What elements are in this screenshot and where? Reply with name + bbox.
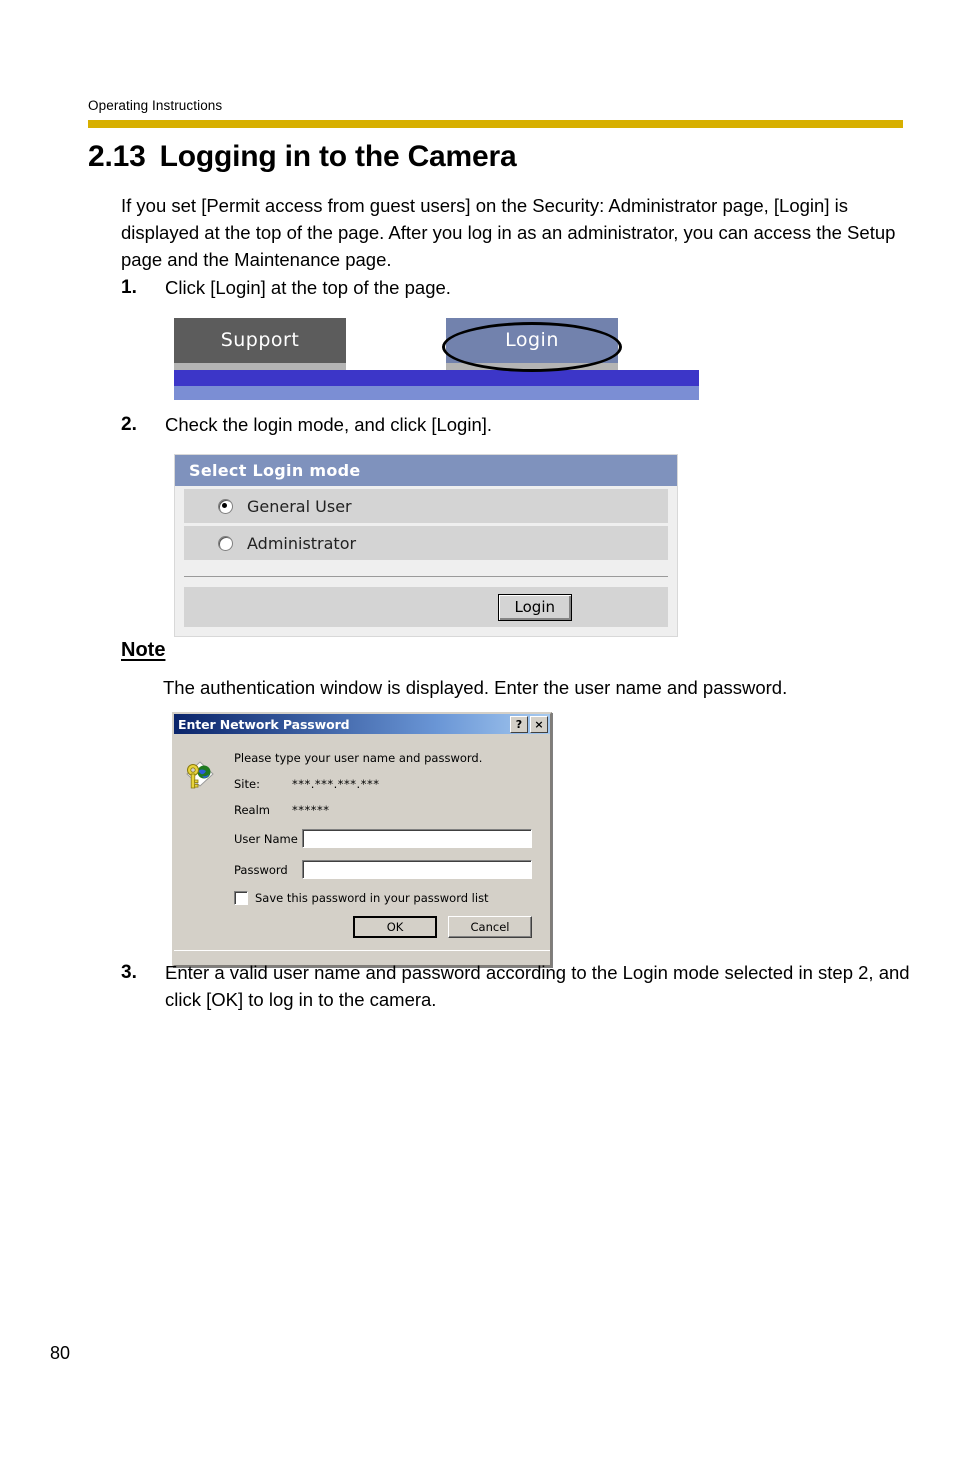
username-input[interactable] [302, 829, 532, 848]
site-label: Site: [234, 777, 260, 791]
ok-button[interactable]: OK [353, 916, 437, 938]
note-heading: Note [121, 639, 166, 661]
nav-bar-dark-stripe [174, 370, 699, 386]
figure-select-login-mode: Select Login mode General User Administr… [174, 454, 678, 637]
key-globe-icon [182, 758, 218, 794]
cancel-button[interactable]: Cancel [448, 916, 532, 938]
close-icon[interactable]: × [530, 715, 548, 733]
auth-dialog-username-row: User Name [234, 829, 540, 848]
radio-administrator-icon[interactable] [218, 535, 233, 551]
password-label: Password [234, 862, 288, 877]
step-3: 3. Enter a valid user name and password … [121, 959, 911, 1013]
login-mode-option-administrator-label: Administrator [247, 533, 357, 553]
realm-value: ****** [292, 803, 330, 817]
page-number: 80 [50, 1343, 71, 1363]
step-2-number: 2. [121, 414, 137, 435]
section-number: 2.13 [88, 140, 146, 173]
step-3-text: Enter a valid user name and password acc… [165, 962, 910, 1010]
save-password-checkbox-icon[interactable] [234, 891, 248, 905]
figure-nav-bar: Support Login [174, 318, 699, 400]
section-intro-paragraph: If you set [Permit access from guest use… [121, 195, 896, 270]
step-3-number: 3. [121, 962, 137, 983]
nav-bar-light-stripe [174, 386, 699, 400]
nav-tab-support-shadow [174, 363, 346, 370]
auth-dialog-body: Please type your user name and password.… [174, 734, 550, 950]
page-title: 2.13 Logging in to the Camera [88, 140, 517, 174]
username-label: User Name [234, 831, 298, 846]
radio-general-user-icon[interactable] [218, 498, 233, 514]
site-value: ***.***.***.*** [292, 777, 380, 791]
password-input[interactable] [302, 860, 532, 879]
section-title-text: Logging in to the Camera [159, 140, 517, 173]
auth-dialog-button-row: OK Cancel [182, 916, 540, 938]
login-mode-footer: Login [184, 587, 668, 627]
save-password-label: Save this password in your password list [255, 891, 489, 905]
auth-dialog-realm-row: Realm ****** [234, 803, 540, 817]
auth-dialog-site-row: Site: ***.***.***.*** [234, 777, 540, 791]
login-submit-button[interactable]: Login [497, 593, 572, 621]
login-mode-option-general-user[interactable]: General User [184, 489, 668, 523]
save-password-row[interactable]: Save this password in your password list [234, 891, 540, 905]
step-2: 2. Check the login mode, and click [Logi… [121, 411, 881, 438]
help-icon[interactable]: ? [510, 715, 528, 733]
login-mode-option-general-user-label: General User [247, 496, 352, 516]
step-1-text: Click [Login] at the top of the page. [165, 277, 451, 298]
figure-auth-dialog: Enter Network Password ? × Please type y… [172, 712, 552, 967]
step-2-text: Check the login mode, and click [Login]. [165, 414, 493, 435]
step-1-number: 1. [121, 277, 137, 298]
auth-dialog-titlebar: Enter Network Password ? × [174, 714, 550, 734]
login-mode-divider [184, 576, 668, 577]
login-mode-option-administrator[interactable]: Administrator [184, 526, 668, 560]
running-head: Operating Instructions [88, 98, 223, 113]
note-body-text: The authentication window is displayed. … [163, 677, 788, 698]
header-rule [88, 120, 903, 128]
auth-dialog-password-row: Password [234, 860, 540, 879]
step-1: 1. Click [Login] at the top of the page. [121, 274, 881, 301]
auth-dialog-prompt: Please type your user name and password. [234, 751, 483, 765]
auth-dialog-title: Enter Network Password [178, 716, 350, 732]
login-mode-panel-title: Select Login mode [175, 455, 677, 486]
callout-ellipse-icon [442, 322, 622, 372]
nav-tab-support[interactable]: Support [174, 318, 346, 363]
realm-label: Realm [234, 803, 270, 817]
